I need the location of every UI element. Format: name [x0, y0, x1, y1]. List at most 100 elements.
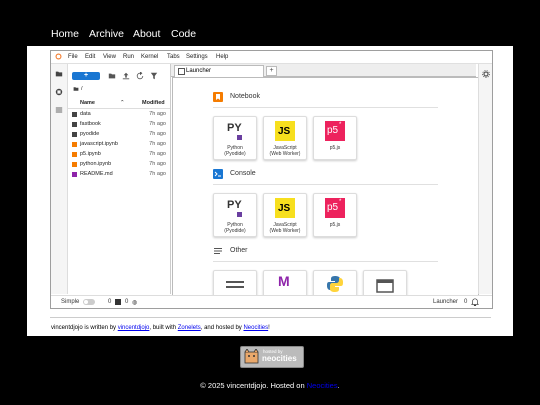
- pyodide-logo-icon: PY: [227, 122, 242, 134]
- file-name: README.md: [80, 171, 113, 177]
- console-python-card[interactable]: PY Python (Pyodide): [213, 193, 257, 237]
- neocities-footer-link[interactable]: Neocities: [307, 381, 338, 390]
- card-label: JavaScript (Web Worker): [269, 222, 301, 234]
- bell-icon[interactable]: [471, 298, 479, 306]
- upload-icon[interactable]: [122, 72, 130, 80]
- other-markdown-card[interactable]: M: [263, 270, 307, 295]
- page-content: File Edit View Run Kernel Tabs Settings …: [27, 46, 513, 336]
- jupyterlite-embed[interactable]: File Edit View Run Kernel Tabs Settings …: [50, 50, 493, 309]
- zonelets-link[interactable]: Zonelets: [178, 325, 201, 331]
- file-modified: 7h ago: [149, 141, 166, 147]
- tab-bar: Launcher +: [171, 64, 476, 77]
- section-divider: [213, 107, 438, 108]
- console-p5-card[interactable]: p5 * p5.js: [313, 193, 357, 237]
- file-modified: 7h ago: [149, 131, 166, 137]
- card-label: p5.js: [329, 222, 341, 228]
- file-list-header: Name ⌃ Modified: [68, 99, 170, 109]
- neocities-credit-link[interactable]: Neocities: [243, 325, 268, 331]
- left-sidebar: [51, 64, 68, 294]
- column-name-header[interactable]: Name: [80, 100, 95, 106]
- file-row[interactable]: README.md 7h ago: [68, 170, 170, 180]
- pyodide-badge-icon: [237, 135, 242, 140]
- file-row[interactable]: p5.ipynb 7h ago: [68, 150, 170, 160]
- javascript-logo-icon: JS: [275, 121, 295, 141]
- file-name: data: [80, 111, 91, 117]
- nav-home-link[interactable]: Home: [51, 28, 79, 40]
- file-modified: 7h ago: [149, 151, 166, 157]
- pyodide-logo-icon: PY: [227, 199, 242, 211]
- jupyter-logo-icon: [55, 53, 62, 60]
- breadcrumb-path[interactable]: /: [81, 86, 83, 92]
- neocities-cat-icon: [244, 349, 259, 364]
- file-modified: 7h ago: [149, 121, 166, 127]
- file-row[interactable]: data 7h ago: [68, 110, 170, 120]
- other-text-file-card[interactable]: [213, 270, 257, 295]
- menu-tabs[interactable]: Tabs: [167, 54, 180, 60]
- add-tab-button[interactable]: +: [266, 66, 277, 76]
- other-section-icon: [213, 246, 223, 256]
- menu-view[interactable]: View: [103, 54, 116, 60]
- site-footer: © 2025 vincentdjojo. Hosted on Neocities…: [0, 381, 540, 390]
- menu-edit[interactable]: Edit: [85, 54, 95, 60]
- menu-bar: File Edit View Run Kernel Tabs Settings …: [51, 51, 492, 64]
- file-row[interactable]: pyodide 7h ago: [68, 130, 170, 140]
- credits-mid2: , and hosted by: [200, 325, 244, 331]
- kernel-icon[interactable]: ◍: [132, 299, 137, 306]
- tab-launcher[interactable]: Launcher: [174, 65, 264, 77]
- other-show-contextual-help-card[interactable]: [363, 270, 407, 295]
- notebook-section-icon: [213, 92, 223, 102]
- file-row[interactable]: fastbook 7h ago: [68, 120, 170, 130]
- card-label: Python (Pyodide): [224, 145, 246, 157]
- folder-icon: [72, 132, 77, 137]
- nav-archive-link[interactable]: Archive: [89, 28, 124, 40]
- notification-count: 0: [464, 299, 468, 305]
- menu-help[interactable]: Help: [216, 54, 228, 60]
- notebook-p5-card[interactable]: p5 * p5.js: [313, 116, 357, 160]
- console-javascript-card[interactable]: JS JavaScript (Web Worker): [263, 193, 307, 237]
- menu-kernel[interactable]: Kernel: [141, 54, 158, 60]
- site-header: Home Archive About Code: [27, 22, 513, 46]
- markdown-icon: [72, 172, 77, 177]
- column-modified-header[interactable]: Modified: [142, 100, 165, 106]
- console-section-icon: [213, 169, 223, 179]
- file-row[interactable]: python.ipynb 7h ago: [68, 160, 170, 170]
- refresh-icon[interactable]: [136, 72, 144, 80]
- notebook-python-card[interactable]: PY Python (Pyodide): [213, 116, 257, 160]
- menu-file[interactable]: File: [68, 54, 78, 60]
- folder-icon[interactable]: [73, 86, 79, 92]
- content-divider: [50, 317, 491, 318]
- kernel-count: 0: [125, 299, 129, 305]
- file-row[interactable]: javascript.ipynb 7h ago: [68, 140, 170, 150]
- folder-icon: [72, 122, 77, 127]
- nav-about-link[interactable]: About: [133, 28, 160, 40]
- launcher-tab-icon: [178, 68, 185, 75]
- pyodide-badge-icon: [237, 212, 242, 217]
- notebook-icon: [72, 152, 77, 157]
- new-launcher-button[interactable]: +: [72, 72, 100, 80]
- other-python-file-card[interactable]: [313, 270, 357, 295]
- p5-logo-icon: p5 *: [325, 198, 345, 218]
- menu-run[interactable]: Run: [123, 54, 134, 60]
- filter-icon[interactable]: [150, 72, 158, 80]
- neocities-badge[interactable]: hosted by neocities: [240, 346, 304, 368]
- notebook-javascript-card[interactable]: JS JavaScript (Web Worker): [263, 116, 307, 160]
- running-icon[interactable]: [55, 88, 63, 96]
- file-name: fastbook: [80, 121, 101, 127]
- section-divider: [213, 261, 438, 262]
- terminal-icon[interactable]: [115, 299, 121, 305]
- author-link[interactable]: vincentdjojo: [118, 325, 150, 331]
- file-modified: 7h ago: [149, 171, 166, 177]
- launcher-panel: Notebook PY Python (Pyodide) JS JavaScri…: [172, 77, 479, 296]
- table-of-contents-icon[interactable]: [55, 106, 63, 114]
- file-name: p5.ipynb: [80, 151, 101, 157]
- other-section-title: Other: [230, 247, 248, 254]
- folder-icon[interactable]: [55, 70, 63, 78]
- notebook-icon: [72, 162, 77, 167]
- menu-settings[interactable]: Settings: [186, 54, 208, 60]
- gear-icon[interactable]: [482, 70, 490, 78]
- nav-code-link[interactable]: Code: [171, 28, 196, 40]
- status-bar: Simple 0 0 ◍ Launcher 0: [51, 295, 492, 308]
- markdown-icon: M: [278, 273, 290, 289]
- simple-mode-toggle[interactable]: [83, 299, 95, 305]
- new-folder-icon[interactable]: [108, 72, 116, 80]
